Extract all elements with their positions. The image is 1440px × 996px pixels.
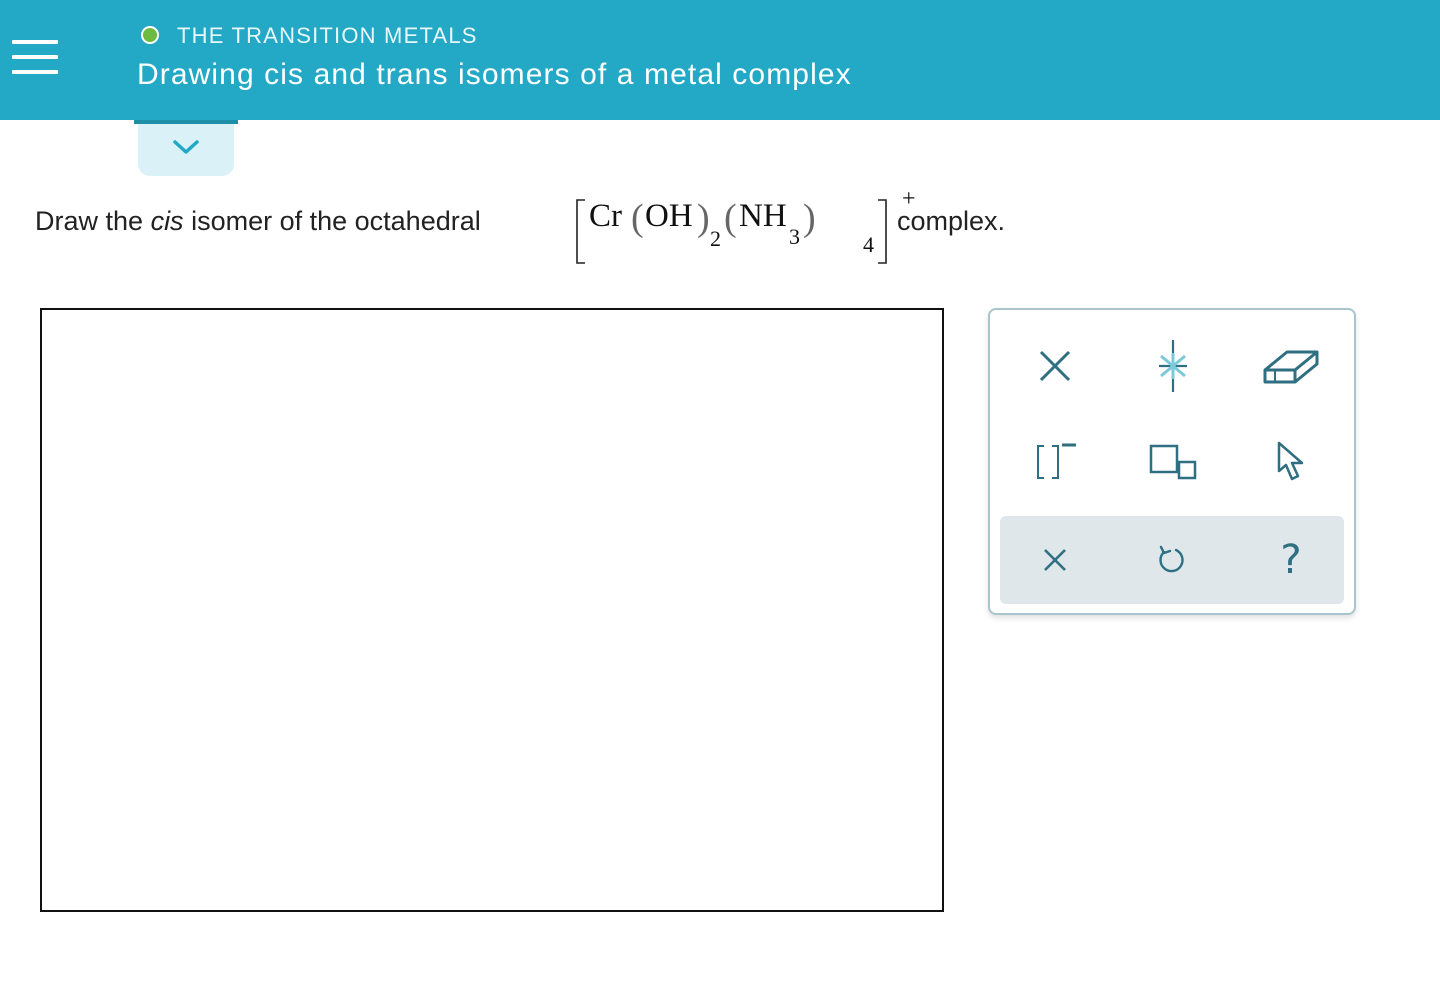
brackets-charge-icon[interactable] — [1020, 432, 1090, 492]
chemical-formula: Cr ( OH ) 2 ( NH 3 ) 4 + — [573, 186, 916, 268]
eraser-icon[interactable] — [1256, 336, 1326, 396]
formula-paren: ( — [724, 197, 737, 239]
header-bar: THE TRANSITION METALS Drawing cis and tr… — [0, 0, 1440, 120]
question-middle: isomer of the octahedral — [191, 206, 481, 236]
question-lead: Draw the — [35, 206, 144, 236]
single-bond-x-icon[interactable] — [1020, 336, 1090, 396]
formula-metal: Cr — [589, 198, 622, 234]
hamburger-menu-icon[interactable] — [12, 40, 58, 74]
question-text: Draw the cis isomer of the octahedral — [35, 206, 481, 237]
lone-pair-star-icon[interactable] — [1138, 336, 1208, 396]
formula-paren: ( — [631, 197, 644, 239]
clear-button[interactable] — [1020, 530, 1090, 590]
status-circle-icon — [141, 26, 159, 44]
help-icon: ? — [1280, 537, 1302, 583]
undo-button[interactable] — [1136, 530, 1206, 590]
help-button[interactable]: ? — [1256, 530, 1326, 590]
chevron-down-icon — [173, 140, 199, 154]
resize-boxes-icon[interactable] — [1138, 432, 1208, 492]
formula-ligand2: NH — [739, 198, 787, 234]
question-prompt: Draw the cis isomer of the octahedral Cr… — [35, 186, 1135, 268]
topic-label: THE TRANSITION METALS — [177, 23, 478, 48]
formula-ligand2-count: 4 — [863, 232, 874, 257]
formula-paren: ) — [697, 197, 710, 239]
formula-ligand2-sub: 3 — [789, 224, 800, 249]
formula-ligand1: OH — [645, 198, 693, 234]
pointer-cursor-icon[interactable] — [1256, 432, 1326, 492]
question-emphasis: cis — [150, 206, 184, 236]
page-title: Drawing cis and trans isomers of a metal… — [137, 58, 852, 91]
drawing-canvas[interactable] — [40, 308, 944, 912]
tab-accent-bar — [134, 120, 238, 124]
undo-icon — [1159, 545, 1184, 573]
drawing-toolbox: ? — [988, 308, 1356, 615]
action-bar: ? — [1000, 516, 1344, 604]
question-tail: complex. — [897, 206, 1006, 236]
formula-paren: ) — [803, 197, 816, 239]
expand-details-button[interactable] — [134, 120, 238, 176]
formula-ligand1-count: 2 — [710, 226, 721, 251]
close-x-icon — [1044, 549, 1066, 571]
